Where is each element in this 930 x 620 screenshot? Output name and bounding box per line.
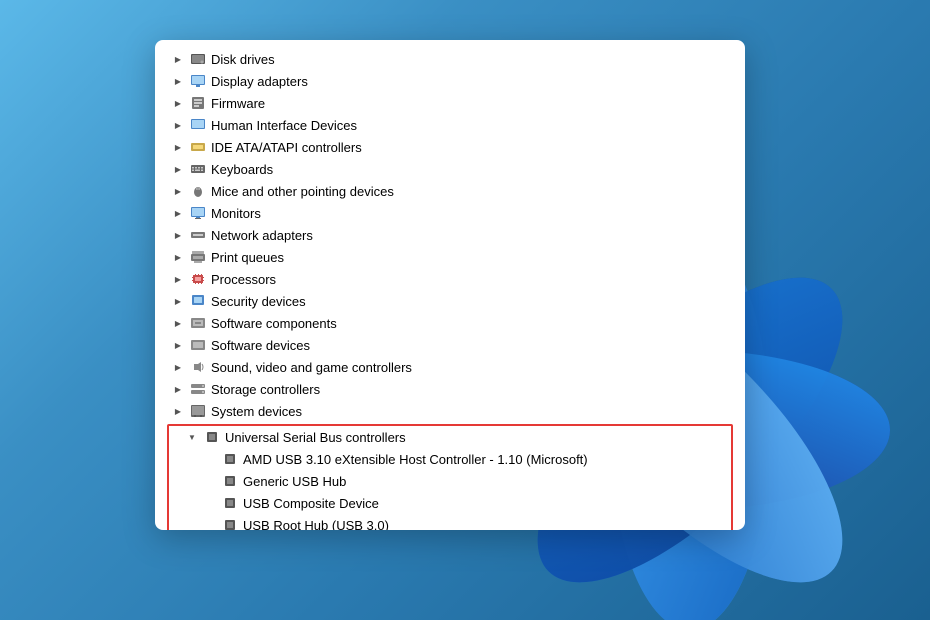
tree-item-print[interactable]: Print queues	[155, 246, 745, 268]
tree-item-network[interactable]: Network adapters	[155, 224, 745, 246]
usb-child-2-icon	[221, 473, 239, 489]
chevron-security	[171, 294, 185, 308]
chevron-keyboards	[171, 162, 185, 176]
hid-icon	[189, 117, 207, 133]
print-label: Print queues	[211, 250, 284, 265]
usb-child-4-label: USB Root Hub (USB 3.0)	[243, 518, 389, 531]
ide-icon	[189, 139, 207, 155]
usb-child-1-label: AMD USB 3.10 eXtensible Host Controller …	[243, 452, 588, 467]
network-label: Network adapters	[211, 228, 313, 243]
software-components-label: Software components	[211, 316, 337, 331]
usb-child-3-icon	[221, 495, 239, 511]
usb-parent-icon	[203, 429, 221, 445]
tree-item-keyboards[interactable]: Keyboards	[155, 158, 745, 180]
network-icon	[189, 227, 207, 243]
sound-icon	[189, 359, 207, 375]
usb-child-4-icon	[221, 517, 239, 530]
tree-item-software-components[interactable]: Software components	[155, 312, 745, 334]
disk-drives-icon	[189, 51, 207, 67]
chevron-hid	[171, 118, 185, 132]
tree-item-software-devices[interactable]: Software devices	[155, 334, 745, 356]
chevron-print	[171, 250, 185, 264]
software-devices-label: Software devices	[211, 338, 310, 353]
disk-drives-label: Disk drives	[211, 52, 275, 67]
chevron-firmware	[171, 96, 185, 110]
tree-item-usb-child-4[interactable]: USB Root Hub (USB 3.0)	[169, 514, 731, 530]
print-icon	[189, 249, 207, 265]
usb-group: Universal Serial Bus controllers AMD USB…	[167, 424, 733, 530]
security-icon	[189, 293, 207, 309]
storage-icon	[189, 381, 207, 397]
system-icon	[189, 403, 207, 419]
sound-label: Sound, video and game controllers	[211, 360, 412, 375]
usb-child-1-icon	[221, 451, 239, 467]
keyboards-label: Keyboards	[211, 162, 273, 177]
tree-item-usb-parent[interactable]: Universal Serial Bus controllers	[169, 426, 731, 448]
tree-item-sound[interactable]: Sound, video and game controllers	[155, 356, 745, 378]
system-label: System devices	[211, 404, 302, 419]
tree-item-security[interactable]: Security devices	[155, 290, 745, 312]
tree-item-usb-child-2[interactable]: Generic USB Hub	[169, 470, 731, 492]
chevron-display-adapters	[171, 74, 185, 88]
storage-label: Storage controllers	[211, 382, 320, 397]
monitors-icon	[189, 205, 207, 221]
mice-label: Mice and other pointing devices	[211, 184, 394, 199]
chevron-mice	[171, 184, 185, 198]
usb-child-3-label: USB Composite Device	[243, 496, 379, 511]
monitors-label: Monitors	[211, 206, 261, 221]
display-adapters-icon	[189, 73, 207, 89]
software-devices-icon	[189, 337, 207, 353]
tree-item-storage[interactable]: Storage controllers	[155, 378, 745, 400]
processors-icon	[189, 271, 207, 287]
firmware-icon	[189, 95, 207, 111]
chevron-storage	[171, 382, 185, 396]
processors-label: Processors	[211, 272, 276, 287]
tree-item-processors[interactable]: Processors	[155, 268, 745, 290]
software-components-icon	[189, 315, 207, 331]
tree-item-firmware[interactable]: Firmware	[155, 92, 745, 114]
chevron-software-components	[171, 316, 185, 330]
chevron-network	[171, 228, 185, 242]
tree-item-usb-child-3[interactable]: USB Composite Device	[169, 492, 731, 514]
chevron-sound	[171, 360, 185, 374]
ide-label: IDE ATA/ATAPI controllers	[211, 140, 362, 155]
tree-item-usb-child-1[interactable]: AMD USB 3.10 eXtensible Host Controller …	[169, 448, 731, 470]
firmware-label: Firmware	[211, 96, 265, 111]
chevron-disk-drives	[171, 52, 185, 66]
chevron-ide	[171, 140, 185, 154]
chevron-software-devices	[171, 338, 185, 352]
display-adapters-label: Display adapters	[211, 74, 308, 89]
chevron-processors	[171, 272, 185, 286]
mice-icon	[189, 183, 207, 199]
chevron-system	[171, 404, 185, 418]
device-manager-panel: Disk drives Display adapters Firmware Hu…	[155, 40, 745, 530]
tree-item-display-adapters[interactable]: Display adapters	[155, 70, 745, 92]
hid-label: Human Interface Devices	[211, 118, 357, 133]
keyboards-icon	[189, 161, 207, 177]
usb-parent-label: Universal Serial Bus controllers	[225, 430, 406, 445]
tree-item-mice[interactable]: Mice and other pointing devices	[155, 180, 745, 202]
tree-item-monitors[interactable]: Monitors	[155, 202, 745, 224]
security-label: Security devices	[211, 294, 306, 309]
tree-item-disk-drives[interactable]: Disk drives	[155, 48, 745, 70]
chevron-monitors	[171, 206, 185, 220]
tree-item-system[interactable]: System devices	[155, 400, 745, 422]
tree-item-ide[interactable]: IDE ATA/ATAPI controllers	[155, 136, 745, 158]
chevron-usb	[185, 430, 199, 444]
tree-item-hid[interactable]: Human Interface Devices	[155, 114, 745, 136]
usb-child-2-label: Generic USB Hub	[243, 474, 346, 489]
